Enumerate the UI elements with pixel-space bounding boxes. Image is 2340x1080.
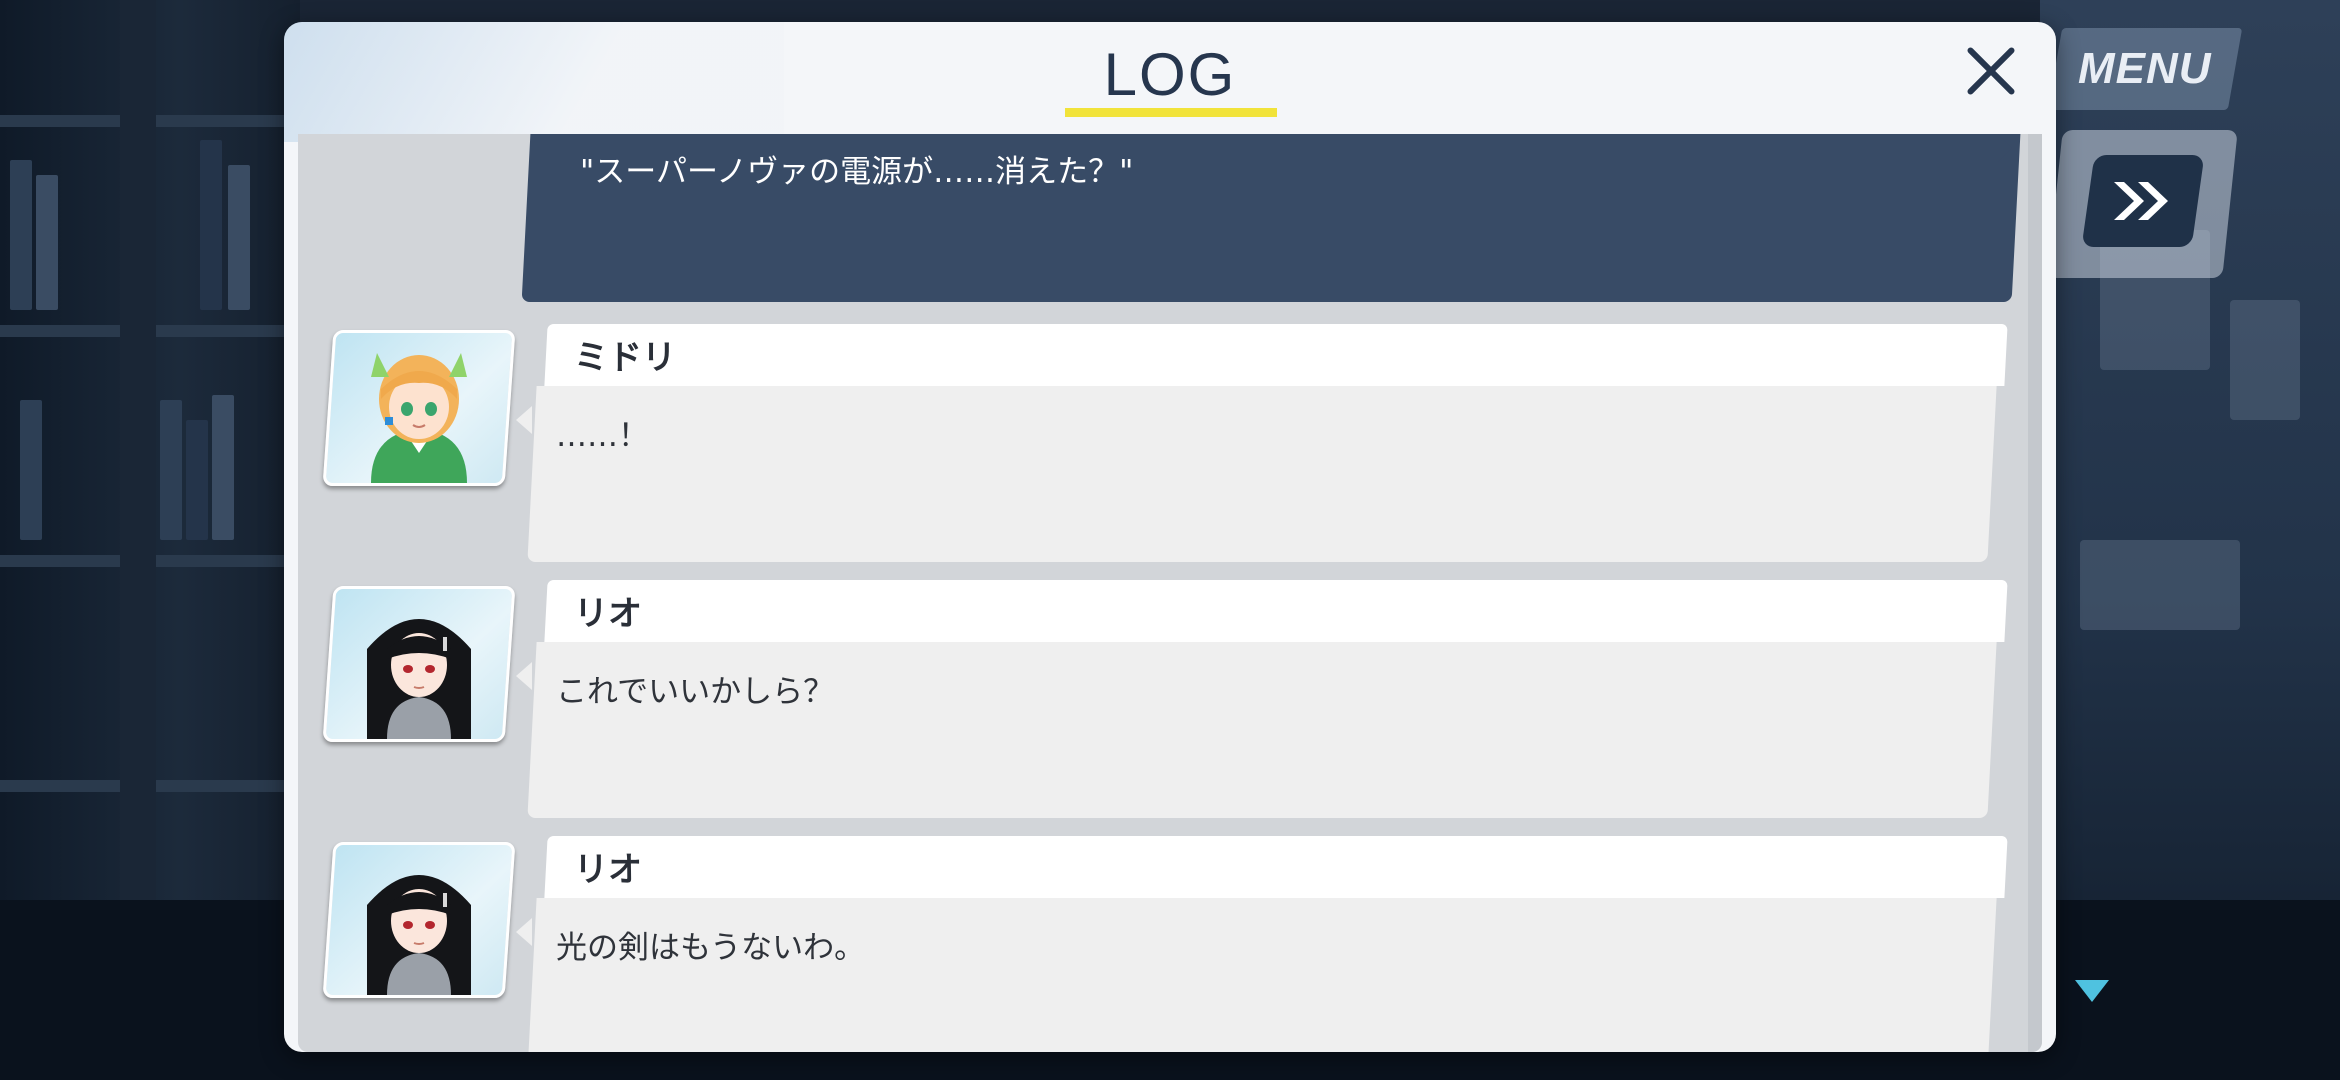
narration-text: "スーパーノヴァの電源が……消えた？"	[580, 154, 1134, 190]
list-item: リオ これでいいかしら？	[298, 580, 2042, 830]
avatar	[322, 842, 516, 998]
menu-button[interactable]: MENU	[2047, 28, 2243, 110]
speaker-bar	[544, 836, 2008, 898]
bubble-tail	[516, 918, 532, 946]
speaker-name: リオ	[574, 850, 642, 890]
speaker-bar	[544, 580, 2008, 642]
bubble-tail	[516, 662, 532, 690]
avatar	[322, 586, 516, 742]
speaker-name: リオ	[574, 594, 642, 634]
log-list[interactable]: "スーパーノヴァの電源が……消えた？" ミドリ ……！ リオ これでいいかしら？…	[298, 134, 2042, 1052]
dialogue-text: 光の剣はもうないわ。	[556, 930, 866, 966]
title-underline	[1065, 108, 1277, 117]
avatar	[322, 330, 516, 486]
menu-button-label: MENU	[2078, 44, 2212, 93]
dialogue-text: ……！	[556, 418, 649, 454]
speaker-name: ミドリ	[574, 338, 676, 378]
triangle-down-icon	[2075, 980, 2109, 1002]
bubble-tail	[516, 406, 532, 434]
log-panel: LOG "スーパーノヴァの電源が……消えた？" ミドリ ……！ リオ これでいい…	[284, 22, 2056, 1052]
rio-portrait	[367, 619, 471, 739]
narration-marker	[1998, 134, 2012, 162]
dialogue-text: これでいいかしら？	[556, 674, 835, 710]
list-item: リオ 光の剣はもうないわ。	[298, 836, 2042, 1052]
list-item: ミドリ ……！	[298, 324, 2042, 574]
rio-portrait	[367, 875, 471, 995]
close-icon[interactable]	[1956, 36, 2026, 106]
fast-forward-icon	[2114, 182, 2168, 220]
midori-portrait	[371, 353, 467, 483]
page-title: LOG	[1103, 41, 1237, 108]
speaker-bar	[544, 324, 2008, 386]
log-header: LOG	[284, 22, 2056, 122]
scrollbar[interactable]	[2028, 134, 2042, 1052]
dialogue-box	[527, 386, 1997, 562]
skip-button[interactable]	[2081, 155, 2205, 247]
